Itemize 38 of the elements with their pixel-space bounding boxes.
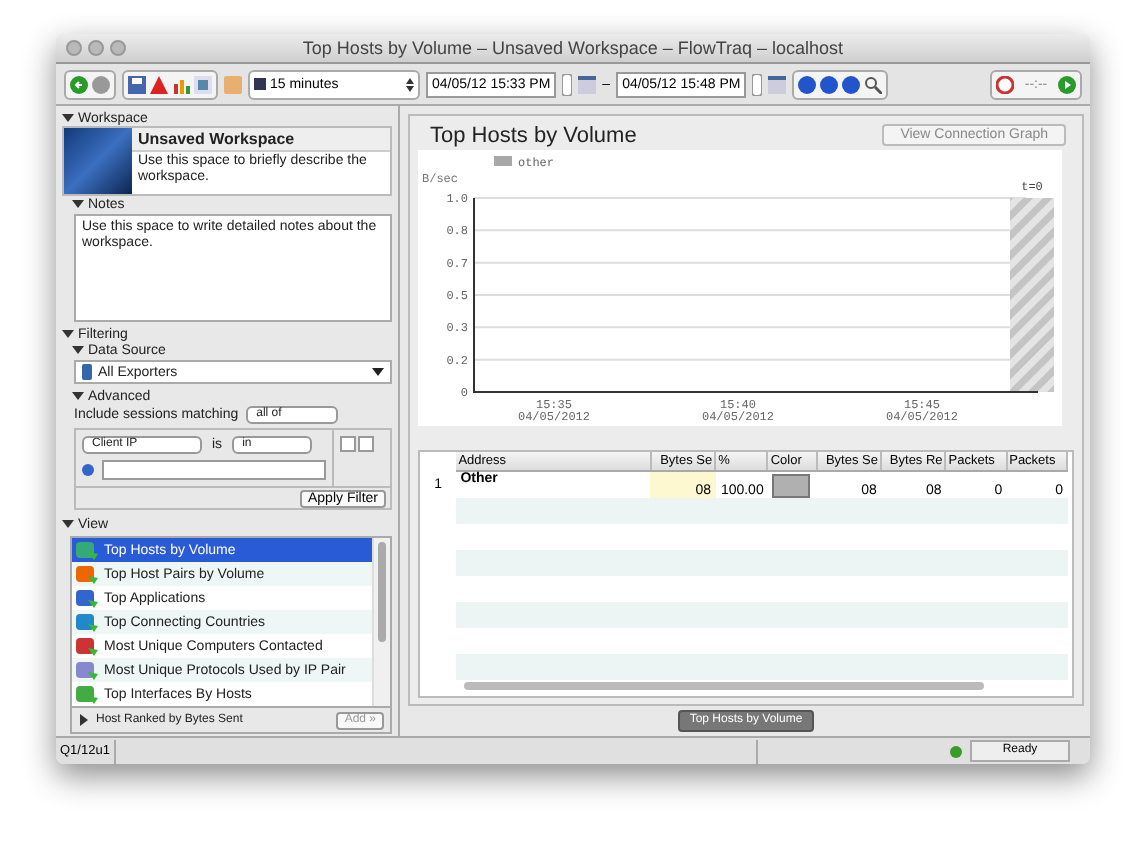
disclosure-triangle-icon[interactable] <box>62 112 74 124</box>
filter-value-field[interactable] <box>102 460 326 480</box>
stepper-icon[interactable] <box>562 73 573 95</box>
disclosure-triangle-icon[interactable] <box>72 198 84 210</box>
zoom-button[interactable] <box>110 40 126 56</box>
close-button[interactable] <box>66 40 82 56</box>
remove-rule-button[interactable] <box>358 436 374 452</box>
view-icon <box>74 611 98 633</box>
info-icon <box>82 464 94 476</box>
disclosure-triangle-icon[interactable] <box>62 518 74 530</box>
calendar-icon[interactable] <box>768 75 787 93</box>
view-icon <box>74 563 98 585</box>
caret-icon <box>372 368 384 376</box>
panel-title: Top Hosts by Volume <box>430 123 637 147</box>
window-title: Top Hosts by Volume – Unsaved Workspace – FlowTraq – localhost <box>302 36 844 62</box>
updown-arrows-icon <box>406 77 414 91</box>
play-icon[interactable] <box>1058 75 1076 93</box>
warning-icon[interactable] <box>150 75 168 93</box>
view-icon <box>74 683 98 705</box>
calendar-icon[interactable] <box>578 75 597 93</box>
view-icon <box>74 635 98 657</box>
view-icon <box>74 659 98 681</box>
disclosure-triangle-icon[interactable] <box>78 714 90 726</box>
view-icon <box>74 587 98 609</box>
disclosure-triangle-icon[interactable] <box>72 390 84 402</box>
scrollbar[interactable] <box>464 682 984 690</box>
status-light-icon <box>950 745 962 757</box>
minimize-button[interactable] <box>88 40 104 56</box>
stepper-icon[interactable] <box>752 73 763 95</box>
search-icon[interactable] <box>864 75 883 93</box>
back-icon[interactable] <box>70 75 88 93</box>
view-icon <box>74 539 98 561</box>
scrollbar[interactable] <box>372 538 390 706</box>
add-rule-button[interactable] <box>340 436 356 452</box>
chart-icon[interactable] <box>172 75 190 93</box>
save-icon[interactable] <box>128 75 146 93</box>
photo-placeholder <box>64 128 132 194</box>
workspace-name[interactable]: Unsaved Workspace <box>132 128 390 152</box>
